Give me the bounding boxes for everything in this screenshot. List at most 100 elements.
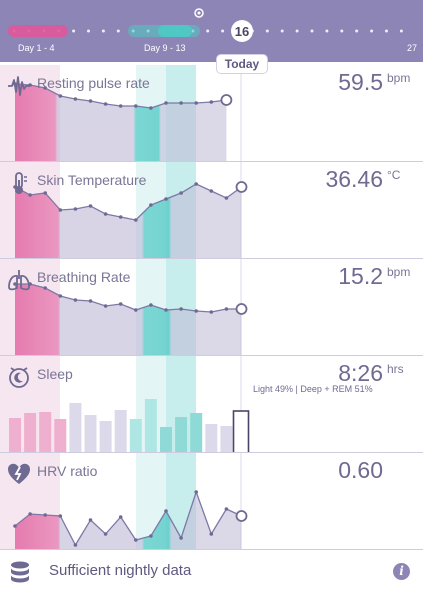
metric-unit: °C — [387, 168, 401, 182]
timeline-day-dot — [72, 29, 76, 33]
metric-value: 59.5 — [338, 69, 383, 95]
data-point — [118, 515, 123, 519]
sleep-bar — [160, 427, 172, 452]
metric-value: 15.2 — [338, 263, 383, 289]
timeline-day-dot — [280, 29, 284, 33]
data-point — [209, 532, 214, 536]
data-point — [43, 286, 47, 290]
data-point — [179, 307, 183, 311]
data-point — [149, 534, 153, 538]
metric-unit: bpm — [387, 71, 411, 85]
data-point — [28, 512, 32, 516]
data-point — [118, 215, 123, 219]
data-point — [134, 538, 138, 542]
sleep-bar — [129, 419, 142, 452]
data-point — [43, 513, 47, 517]
breathing-rate-panel[interactable]: Breathing Rate 15.2 bpm — [0, 259, 423, 356]
today-point — [235, 303, 248, 315]
sleep-bar-today — [232, 410, 250, 452]
thermometer-icon — [15, 172, 27, 194]
sleep-breakdown: Light 49% | Deep + REM 51% — [253, 384, 373, 394]
timeline-day-dot — [221, 29, 225, 33]
data-point — [58, 94, 63, 98]
pulse-wave-icon — [8, 76, 30, 96]
metric-title: Resting pulse rate — [37, 75, 150, 91]
menstrual-phase-bar — [8, 25, 68, 37]
sleep-bar — [39, 412, 52, 452]
data-point — [209, 310, 214, 314]
today-button[interactable]: Today — [216, 54, 268, 74]
data-point — [224, 507, 229, 511]
data-point — [149, 203, 153, 207]
sleep-bar — [220, 426, 233, 452]
metric-title: Skin Temperature — [37, 172, 147, 188]
data-point — [164, 308, 168, 312]
skin-temperature-panel[interactable]: Skin Temperature 36.46 °C — [0, 162, 423, 259]
data-point — [103, 532, 108, 536]
info-icon[interactable]: i — [393, 563, 410, 580]
timeline-day-dot — [101, 29, 105, 33]
sleep-bar — [84, 415, 97, 452]
today-point — [235, 181, 248, 193]
data-point — [134, 218, 138, 222]
timeline-day-dot — [265, 29, 269, 33]
timeline-day-dot — [385, 29, 388, 33]
data-point — [118, 104, 123, 108]
timeline-day-dot — [399, 29, 403, 33]
data-point — [209, 189, 214, 193]
data-point — [164, 509, 168, 513]
sleep-bar — [175, 417, 188, 452]
series-area — [15, 284, 242, 355]
metric-value: 36.46 — [325, 166, 383, 192]
data-point — [73, 97, 78, 101]
sleep-panel[interactable]: Sleep 8:26 hrs Light 49% | Deep + REM 51… — [0, 356, 423, 453]
sleep-bar — [205, 424, 218, 452]
metric-unit: hrs — [387, 362, 404, 376]
data-point — [73, 543, 78, 547]
data-point — [88, 299, 93, 303]
moon-alarm-icon — [9, 367, 29, 388]
timeline-day-dot — [87, 29, 90, 33]
data-point — [118, 302, 123, 306]
resting-pulse-panel[interactable]: Resting pulse rate 59.5 bpm — [0, 65, 423, 162]
data-point — [88, 518, 93, 522]
data-point — [194, 490, 198, 494]
metric-title: Sleep — [37, 366, 73, 382]
cycle-timeline[interactable]: 16 Day 1 - 4 Day 9 - 13 27 — [0, 0, 423, 62]
data-point — [209, 100, 214, 104]
data-point — [103, 304, 108, 308]
data-point — [58, 208, 63, 212]
metric-value: 8:26 — [338, 360, 383, 386]
hrv-ratio-panel[interactable]: HRV ratio 0.60 — [0, 453, 423, 550]
sleep-bar — [69, 403, 82, 452]
data-point — [224, 196, 229, 200]
timeline-day-dot — [340, 29, 344, 33]
data-point — [43, 191, 47, 195]
timeline-day-dot — [295, 29, 299, 33]
data-point — [164, 101, 168, 105]
phase1-label: Day 1 - 4 — [18, 43, 55, 53]
metric-title: HRV ratio — [37, 463, 98, 479]
data-point — [88, 99, 93, 103]
today-point — [220, 94, 233, 106]
data-point — [164, 197, 168, 201]
data-point — [73, 298, 78, 302]
metric-title: Breathing Rate — [37, 269, 131, 285]
metric-unit: bpm — [387, 265, 411, 279]
timeline-day-dot — [355, 29, 359, 33]
phase2-label: Day 9 - 13 — [144, 43, 186, 53]
data-point — [134, 104, 138, 108]
data-point — [73, 207, 78, 211]
data-point — [179, 536, 183, 540]
data-point — [88, 204, 93, 208]
sleep-bar — [190, 413, 203, 452]
data-point — [194, 182, 198, 186]
timeline-day-dot — [325, 29, 329, 33]
data-point — [149, 106, 153, 110]
data-status-footer: Sufficient nightly data i — [0, 551, 423, 600]
sleep-bar — [114, 410, 127, 452]
timeline-day-dots — [12, 29, 403, 33]
lungs-icon — [8, 270, 30, 291]
data-point — [179, 101, 183, 105]
timeline-day-dot — [310, 29, 314, 33]
